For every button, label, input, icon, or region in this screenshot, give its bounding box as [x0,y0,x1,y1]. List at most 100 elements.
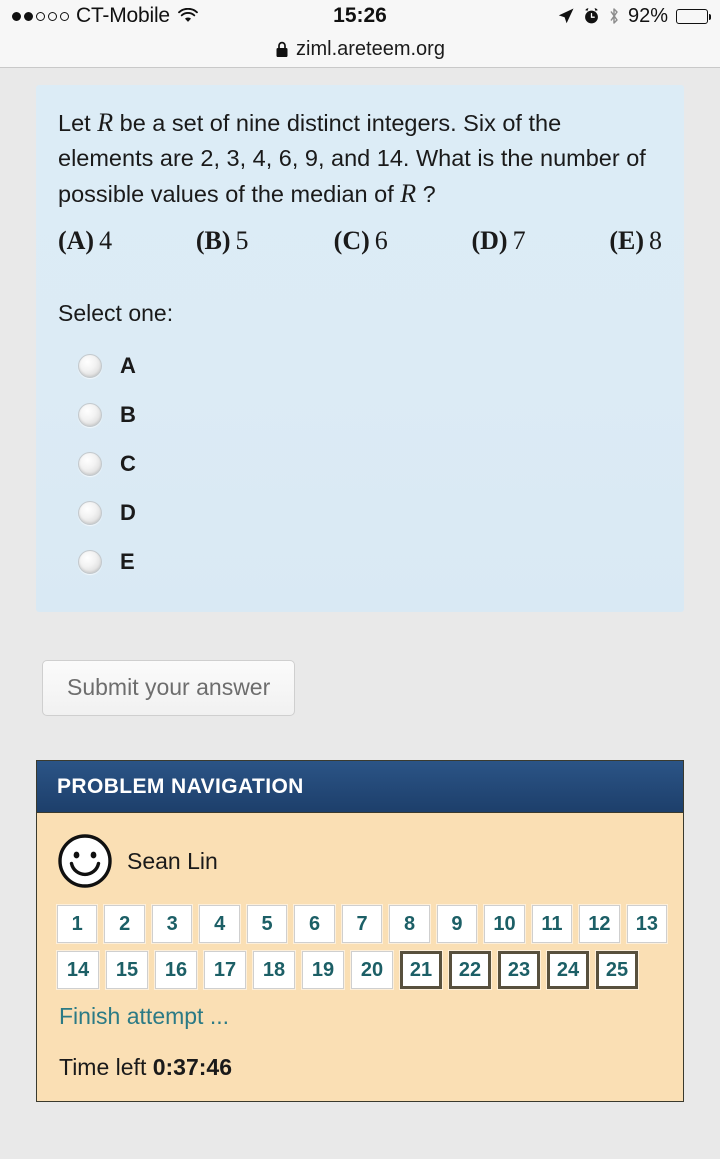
alarm-clock-icon [583,7,600,25]
battery-icon [676,8,711,24]
problem-number-row: 1 2 3 4 5 6 7 8 9 10 11 12 13 [53,905,668,943]
problem-number-9[interactable]: 9 [436,905,478,943]
problem-number-16[interactable]: 16 [155,951,197,989]
url-text: ziml.areteem.org [296,38,445,60]
problem-number-25[interactable]: 25 [596,951,638,989]
answer-option-a[interactable]: A [58,341,662,390]
answer-option-d[interactable]: D [58,488,662,537]
radio-button-c[interactable] [78,451,102,476]
answer-option-c[interactable]: C [58,439,662,488]
problem-number-22[interactable]: 22 [449,951,491,989]
choice-letter-a: (A) [58,226,95,255]
answer-choice-b: (B) 5 [196,226,334,256]
problem-number-20[interactable]: 20 [351,951,393,989]
answer-option-label-b: B [120,401,136,427]
problem-number-5[interactable]: 5 [246,905,288,943]
answer-choice-e: (E) 8 [609,226,662,256]
signal-strength-dots [12,11,69,21]
user-name: Sean Lin [127,847,218,874]
ios-status-bar: CT-Mobile 15:26 92% [0,0,720,32]
question-text-part2: be a set of nine distinct integers. Six … [58,110,646,207]
problem-number-13[interactable]: 13 [626,905,668,943]
answer-option-list: A B C D E [58,341,662,586]
problem-number-19[interactable]: 19 [302,951,344,989]
choice-value-e: 8 [648,226,662,255]
question-text-part3: ? [416,181,436,207]
submit-answer-button[interactable]: Submit your answer [42,660,296,716]
browser-url-bar[interactable]: ziml.areteem.org [0,32,720,68]
problem-number-24[interactable]: 24 [547,951,589,989]
problem-number-6[interactable]: 6 [294,905,335,943]
problem-number-8[interactable]: 8 [389,905,430,943]
choice-letter-d: (D) [471,226,508,255]
finish-attempt-link[interactable]: Finish attempt ... [53,1003,667,1030]
signal-dot-filled [24,11,33,21]
answer-option-label-a: A [120,352,136,378]
math-variable-r: R [97,108,114,137]
signal-dot-empty [36,11,45,21]
problem-number-10[interactable]: 10 [484,905,525,943]
location-arrow-icon [557,7,575,25]
answer-choices-row: (A) 4 (B) 5 (C) 6 (D) 7 (E) 8 [58,226,662,256]
problem-number-15[interactable]: 15 [106,951,148,989]
math-variable-r: R [400,179,417,208]
choice-value-c: 6 [374,226,388,255]
problem-navigation-panel: PROBLEM NAVIGATION Sean Lin 1 2 3 4 5 6 7 8 9 10 1… [36,760,684,1102]
problem-number-23[interactable]: 23 [498,951,540,989]
answer-choice-c: (C) 6 [334,226,472,256]
bluetooth-icon [608,7,620,25]
battery-percent-label: 92% [627,4,668,27]
radio-button-a[interactable] [78,353,102,378]
question-text-part1: Let [58,110,98,136]
problem-number-7[interactable]: 7 [341,905,383,943]
radio-button-b[interactable] [78,402,102,427]
signal-dot-filled [12,11,21,21]
problem-number-14[interactable]: 14 [57,951,99,989]
answer-option-e[interactable]: E [58,537,662,586]
question-card: Let R be a set of nine distinct integers… [36,85,684,612]
choice-letter-b: (B) [195,226,231,255]
answer-option-label-e: E [120,548,135,574]
problem-number-18[interactable]: 18 [253,951,295,989]
time-left-row: Time left 0:37:46 [53,1054,667,1081]
smiley-face-avatar [57,833,113,889]
answer-choice-d: (D) 7 [471,226,609,256]
radio-button-d[interactable] [78,500,102,525]
problem-number-17[interactable]: 17 [204,951,246,989]
status-bar-left: CT-Mobile [12,4,199,28]
problem-number-21[interactable]: 21 [400,951,442,989]
carrier-name: CT-Mobile [76,4,170,27]
select-one-prompt: Select one: [58,300,174,326]
page-content: Let R be a set of nine distinct integers… [0,85,720,1159]
answer-option-b[interactable]: B [58,390,662,439]
signal-dot-empty [48,11,57,21]
problem-number-row: 14 15 16 17 18 19 20 21 22 23 24 25 [53,951,667,989]
problem-number-11[interactable]: 11 [531,905,573,943]
problem-number-12[interactable]: 12 [579,905,620,943]
problem-number-4[interactable]: 4 [199,905,240,943]
lock-icon [275,41,289,58]
radio-button-e[interactable] [78,549,102,574]
choice-value-a: 4 [99,226,113,255]
choice-letter-e: (E) [609,226,644,255]
answer-option-label-d: D [120,499,136,525]
choice-value-d: 7 [512,226,526,255]
problem-number-1[interactable]: 1 [57,905,98,943]
problem-number-grid: 1 2 3 4 5 6 7 8 9 10 11 12 13 14 15 16 17 18 19 20 21 22 23 24 2… [53,905,668,989]
time-left-value: 0:37:46 [152,1054,232,1080]
problem-number-2[interactable]: 2 [104,905,145,943]
choice-value-b: 5 [235,226,249,255]
problem-navigation-header: PROBLEM NAVIGATION [37,761,683,812]
problem-number-3[interactable]: 3 [151,905,193,943]
signal-dot-empty [60,11,69,21]
problem-navigation-body: Sean Lin 1 2 3 4 5 6 7 8 9 10 11 12 13 14 15 16 17 18 19 20… [37,812,683,1101]
question-text: Let R be a set of nine distinct integers… [58,105,662,212]
wifi-icon [177,8,199,24]
time-left-label: Time left [59,1054,147,1080]
status-bar-right: 92% [557,4,711,28]
answer-option-label-c: C [120,450,136,476]
choice-letter-c: (C) [333,226,370,255]
user-row: Sean Lin [53,829,667,899]
answer-choice-a: (A) 4 [58,226,196,256]
submit-area: Submit your answer [0,612,720,716]
